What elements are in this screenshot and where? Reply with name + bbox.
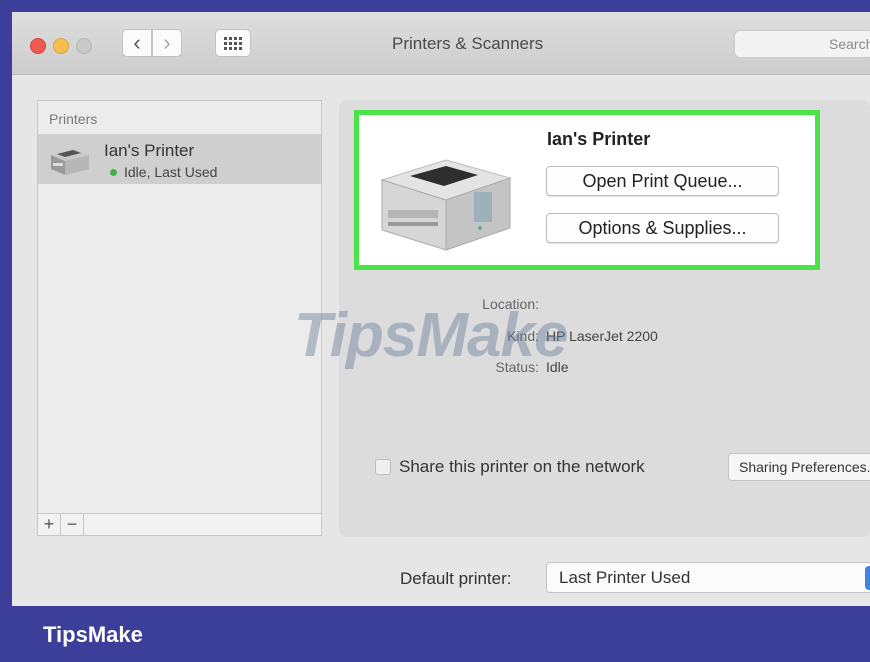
chevron-left-icon: ‹ — [133, 30, 141, 55]
printers-scanners-window: ‹ › Printers & Scanners Search Printers — [12, 12, 870, 606]
default-printer-value: Last Printer Used — [559, 567, 691, 587]
options-supplies-button[interactable]: Options & Supplies... — [546, 213, 779, 243]
share-printer-row[interactable]: Share this printer on the network — [375, 457, 645, 477]
brand-footer: TipsMake — [0, 606, 870, 662]
printer-list-item-status: Idle, Last Used — [110, 164, 217, 180]
remove-printer-button[interactable]: − — [61, 514, 84, 535]
title-bar: ‹ › Printers & Scanners Search — [12, 12, 870, 75]
printer-list-item-name: Ian's Printer — [104, 141, 195, 160]
select-arrows-icon — [865, 566, 870, 590]
sharing-preferences-button[interactable]: Sharing Preferences... — [728, 453, 870, 481]
search-placeholder: Search — [829, 36, 870, 52]
printer-summary-highlight: Ian's Printer Open Print Queue... Option… — [354, 110, 820, 270]
add-printer-button[interactable]: + — [38, 514, 61, 535]
default-printer-select[interactable]: Last Printer Used — [546, 562, 870, 593]
minimize-window-button[interactable] — [53, 38, 69, 54]
watermark-logo: TipsMake — [294, 301, 568, 370]
printer-list-item[interactable]: Ian's Printer Idle, Last Used — [38, 134, 321, 184]
page: ‹ › Printers & Scanners Search Printers — [0, 0, 870, 662]
grid-icon — [224, 36, 242, 50]
printers-list-header: Printers — [49, 111, 98, 127]
back-button[interactable]: ‹ — [122, 29, 152, 57]
chevron-right-icon: › — [163, 30, 171, 55]
printer-list-item-status-text: Idle, Last Used — [124, 164, 218, 180]
zoom-window-button[interactable] — [76, 38, 92, 54]
share-printer-checkbox[interactable] — [375, 459, 391, 475]
brand-name: TipsMake — [43, 622, 143, 647]
open-print-queue-button[interactable]: Open Print Queue... — [546, 166, 779, 196]
show-all-button[interactable] — [215, 29, 251, 57]
forward-button[interactable]: › — [152, 29, 182, 57]
close-window-button[interactable] — [30, 38, 46, 54]
status-dot-icon — [110, 168, 117, 176]
search-field[interactable]: Search — [734, 30, 870, 58]
window-title: Printers & Scanners — [392, 34, 544, 53]
share-printer-label: Share this printer on the network — [399, 457, 645, 476]
printer-name-heading: Ian's Printer — [547, 129, 651, 149]
printers-list: Printers Ian's Printer Idle, Last Used — [37, 100, 322, 535]
printer-icon — [51, 149, 89, 175]
printer-image — [380, 159, 512, 251]
add-remove-bar: + − — [37, 513, 322, 536]
default-printer-label: Default printer: — [400, 569, 512, 588]
